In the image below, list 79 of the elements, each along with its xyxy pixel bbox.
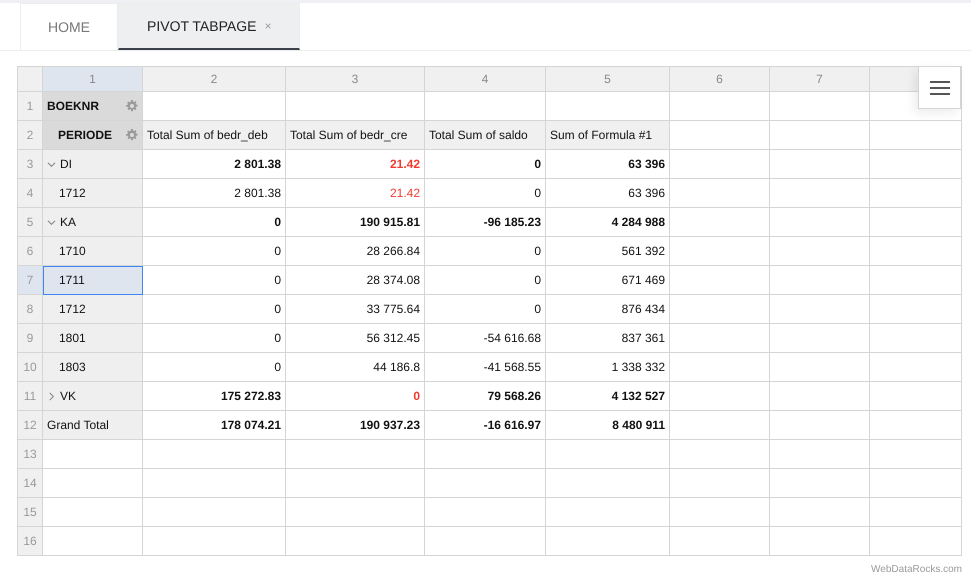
row-number: 15: [18, 498, 43, 527]
row-number: 4: [18, 179, 43, 208]
row-number: 11: [18, 382, 43, 411]
row-header[interactable]: 1710: [43, 237, 143, 266]
value-cell: 190 915.81: [286, 208, 425, 237]
row-header[interactable]: VK: [43, 382, 143, 411]
value-cell: -16 616.97: [425, 411, 546, 440]
chevron-right-icon[interactable]: [47, 392, 56, 400]
value-cell: -54 616.68: [425, 324, 546, 353]
row-number: 2: [18, 121, 43, 150]
menu-button[interactable]: [918, 66, 961, 109]
value-cell: 28 266.84: [286, 237, 425, 266]
row-number: 10: [18, 353, 43, 382]
column-title: Total Sum of saldo: [425, 121, 546, 150]
settings-icon[interactable]: [126, 129, 138, 141]
value-cell: 21.42: [286, 150, 425, 179]
value-cell: 0: [425, 150, 546, 179]
row-header[interactable]: KA: [43, 208, 143, 237]
row-number: 1: [18, 92, 43, 121]
value-cell: 0: [143, 237, 286, 266]
row-header[interactable]: 1803: [43, 353, 143, 382]
value-cell: 837 361: [546, 324, 670, 353]
row-number: 14: [18, 469, 43, 498]
value-cell: 0: [425, 266, 546, 295]
row-header: Grand Total: [43, 411, 143, 440]
value-cell: 0: [143, 266, 286, 295]
tab[interactable]: HOME: [20, 3, 118, 50]
value-cell: 0: [143, 353, 286, 382]
row-header[interactable]: DI: [43, 150, 143, 179]
column-title: Sum of Formula #1: [546, 121, 670, 150]
value-cell: 63 396: [546, 150, 670, 179]
value-cell: 63 396: [546, 179, 670, 208]
row-header[interactable]: 1712: [43, 295, 143, 324]
value-cell: 2 801.38: [143, 150, 286, 179]
value-cell: 28 374.08: [286, 266, 425, 295]
value-cell: 0: [286, 382, 425, 411]
value-cell: 21.42: [286, 179, 425, 208]
value-cell: 561 392: [546, 237, 670, 266]
value-cell: 79 568.26: [425, 382, 546, 411]
row-number: 8: [18, 295, 43, 324]
value-cell: 0: [425, 237, 546, 266]
row-header[interactable]: 1801: [43, 324, 143, 353]
value-cell: 2 801.38: [143, 179, 286, 208]
row-number: 16: [18, 527, 43, 556]
value-cell: 0: [425, 179, 546, 208]
row-header[interactable]: 1712: [43, 179, 143, 208]
value-cell: 876 434: [546, 295, 670, 324]
row-number: 13: [18, 440, 43, 469]
row-number: 7: [18, 266, 43, 295]
value-cell: 0: [143, 208, 286, 237]
row-header[interactable]: 1711: [43, 266, 143, 295]
value-cell: 175 272.83: [143, 382, 286, 411]
value-cell: 0: [143, 295, 286, 324]
row-number: 5: [18, 208, 43, 237]
value-cell: -41 568.55: [425, 353, 546, 382]
value-cell: 33 775.64: [286, 295, 425, 324]
value-cell: 44 186.8: [286, 353, 425, 382]
value-cell: 4 132 527: [546, 382, 670, 411]
chevron-down-icon[interactable]: [47, 160, 56, 168]
value-cell: 56 312.45: [286, 324, 425, 353]
value-cell: 0: [425, 295, 546, 324]
value-cell: 4 284 988: [546, 208, 670, 237]
row-number: 6: [18, 237, 43, 266]
row-number: 12: [18, 411, 43, 440]
value-cell: -96 185.23: [425, 208, 546, 237]
value-cell: 671 469: [546, 266, 670, 295]
column-title: Total Sum of bedr_deb: [143, 121, 286, 150]
row-number: 9: [18, 324, 43, 353]
chevron-down-icon[interactable]: [47, 218, 56, 226]
row-number: 3: [18, 150, 43, 179]
menu-icon: [930, 80, 950, 94]
tab[interactable]: PIVOT TABPAGE ×: [118, 3, 300, 50]
column-title: Total Sum of bedr_cre: [286, 121, 425, 150]
value-cell: 1 338 332: [546, 353, 670, 382]
settings-icon[interactable]: [126, 100, 138, 112]
value-cell: 178 074.21: [143, 411, 286, 440]
value-cell: 8 480 911: [546, 411, 670, 440]
value-cell: 0: [143, 324, 286, 353]
value-cell: 190 937.23: [286, 411, 425, 440]
